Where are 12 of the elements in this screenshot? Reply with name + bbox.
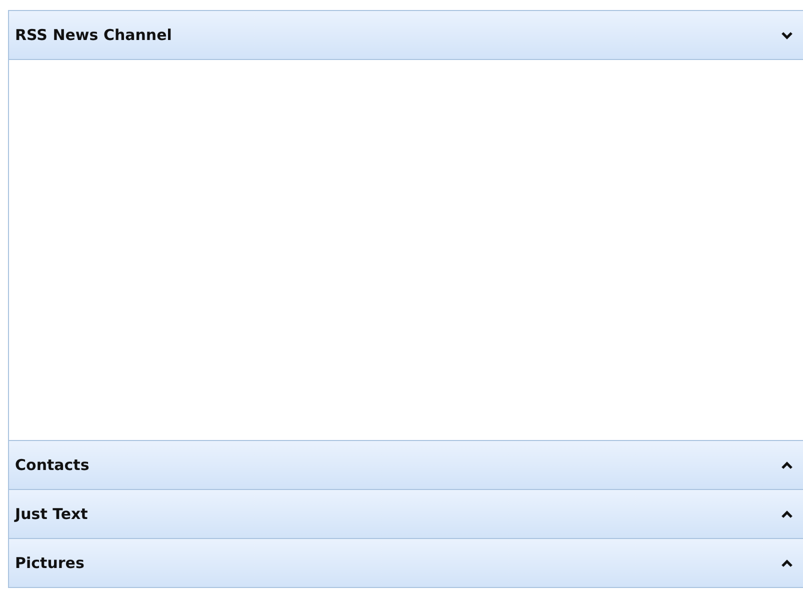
panel-header[interactable]: Contacts: [9, 441, 803, 490]
chevron-up-icon[interactable]: [781, 558, 793, 568]
chevron-down-icon[interactable]: [781, 30, 793, 40]
chevron-up-icon[interactable]: [781, 460, 793, 470]
panel-header[interactable]: RSS News Channel: [9, 11, 803, 60]
panel-title: Pictures: [15, 554, 84, 572]
chevron-up-icon[interactable]: [781, 510, 793, 518]
panel-title: Contacts: [15, 456, 90, 474]
panel-header[interactable]: Pictures: [9, 539, 803, 588]
panel-title: RSS News Channel: [15, 26, 172, 44]
panel-header[interactable]: Just Text: [9, 490, 803, 539]
panel-title: Just Text: [15, 505, 88, 523]
